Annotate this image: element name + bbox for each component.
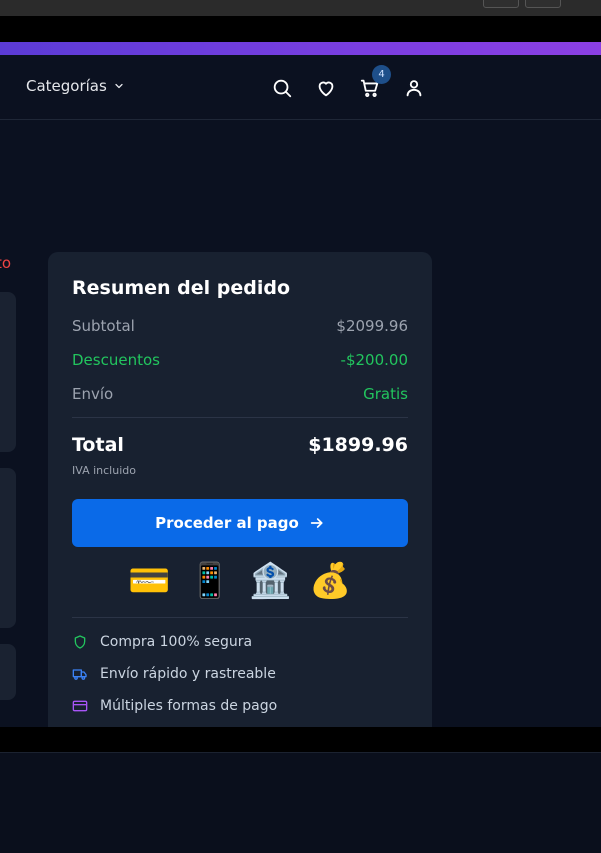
shipping-label: Envío [72,385,114,403]
subtotal-label: Subtotal [72,317,135,335]
money-bag-emoji-icon: 💰 [309,561,352,601]
summary-title: Resumen del pedido [72,277,291,299]
letterbox-bottom [0,727,601,752]
arrow-right-icon [310,518,323,528]
categories-label: Categorías [26,77,107,95]
search-icon[interactable] [271,77,293,99]
discount-row: Descuentos -$200.00 [72,351,408,369]
user-icon[interactable] [403,77,425,99]
feature-text: Compra 100% segura [100,634,253,650]
mobile-phone-emoji-icon: 📱 [188,561,231,601]
order-summary-card: Resumen del pedido Subtotal $2099.96 Des… [48,252,432,727]
cart-item-card [0,292,16,452]
total-row: Total $1899.96 [72,434,408,456]
total-value: $1899.96 [308,434,408,456]
feature-item: Envío rápido y rastreable [72,666,408,682]
total-label: Total [72,434,124,456]
chrome-button[interactable] [525,0,561,8]
payment-methods: 💳 📱 🏦 💰 [72,561,408,601]
credit-card-icon [72,700,88,712]
checkout-label: Proceder al pago [155,514,299,532]
cart-item-card [0,644,16,700]
feature-text: Múltiples formas de pago [100,698,278,714]
checkout-button[interactable]: Proceder al pago [72,499,408,547]
cart-item-card [0,468,16,628]
divider [72,617,408,618]
partial-clipped-text: to [0,254,12,272]
divider [72,417,408,418]
tax-note: IVA incluido [72,464,136,477]
chevron-down-icon [115,83,123,89]
shipping-row: Envío Gratis [72,385,408,403]
feature-item: Compra 100% segura [72,634,408,650]
feature-text: Envío rápido y rastreable [100,666,276,682]
categories-menu[interactable]: Categorías [26,77,125,95]
browser-chrome-top [0,0,601,16]
discount-value: -$200.00 [340,351,408,369]
page-background [0,753,601,853]
cart-count-badge: 4 [372,65,391,84]
credit-card-emoji-icon: 💳 [128,561,171,601]
subtotal-row: Subtotal $2099.96 [72,317,408,335]
feature-item: Múltiples formas de pago [72,698,408,714]
subtotal-value: $2099.96 [336,317,408,335]
discount-label: Descuentos [72,351,160,369]
shield-icon [74,635,86,649]
chrome-button[interactable] [483,0,519,8]
truck-icon [72,669,87,680]
main-content: to Resumen del pedido Subtotal $2099.96 … [0,120,601,727]
promo-gradient-bar [0,42,601,55]
bank-emoji-icon: 🏦 [249,561,292,601]
letterbox-top [0,16,601,42]
shipping-value: Gratis [363,385,408,403]
heart-icon[interactable] [315,77,337,99]
navbar: Categorías [0,55,601,120]
